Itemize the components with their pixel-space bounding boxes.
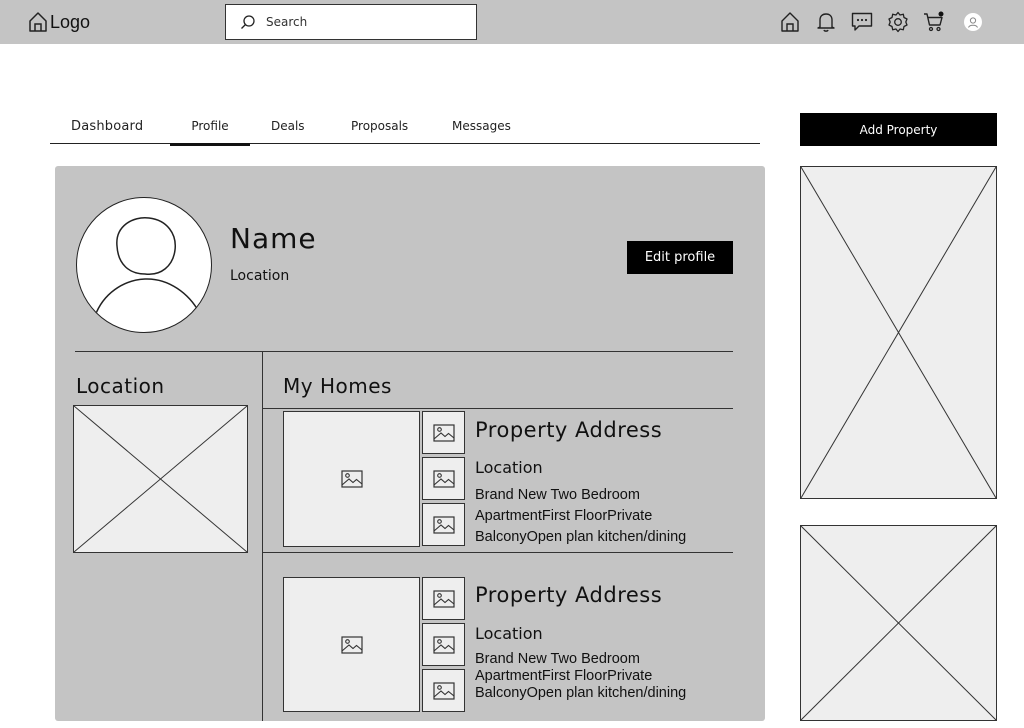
divider xyxy=(262,552,733,553)
home-thumbnail[interactable] xyxy=(422,411,465,454)
profile-name: Name xyxy=(230,222,317,255)
image-icon xyxy=(432,589,455,608)
cart-icon[interactable] xyxy=(922,10,946,34)
user-avatar-icon[interactable] xyxy=(964,13,982,31)
image-icon xyxy=(340,635,363,654)
location-map-placeholder[interactable] xyxy=(73,405,248,553)
property-description: Brand New Two Bedroom ApartmentFirst Flo… xyxy=(475,487,687,545)
my-homes-title: My Homes xyxy=(283,374,392,398)
divider xyxy=(262,351,263,721)
home-thumbnail[interactable] xyxy=(422,669,465,712)
image-icon xyxy=(340,470,363,488)
add-property-button[interactable]: Add Property xyxy=(800,113,997,146)
edit-profile-button[interactable]: Edit profile xyxy=(627,241,733,274)
chat-icon[interactable] xyxy=(850,10,874,34)
divider xyxy=(75,351,733,352)
tab-profile[interactable]: Profile xyxy=(170,108,250,146)
profile-location: Location xyxy=(230,268,290,284)
property-address[interactable]: Property Address xyxy=(475,418,662,442)
property-location: Location xyxy=(475,624,543,643)
bell-icon[interactable] xyxy=(814,10,838,34)
ad-placeholder[interactable] xyxy=(800,525,997,721)
property-address[interactable]: Property Address xyxy=(475,583,662,607)
logo-text: Logo xyxy=(50,11,91,32)
home-thumbnail[interactable] xyxy=(422,577,465,620)
search-box[interactable] xyxy=(225,4,477,40)
profile-tabs: Dashboard Profile Deals Proposals Messag… xyxy=(50,108,760,146)
home-main-image[interactable] xyxy=(283,411,420,547)
property-location: Location xyxy=(475,458,543,477)
profile-avatar[interactable] xyxy=(76,197,212,333)
gear-icon[interactable] xyxy=(886,10,910,34)
home-thumbnail[interactable] xyxy=(422,503,465,546)
image-icon xyxy=(432,515,455,534)
search-input[interactable] xyxy=(266,15,456,29)
logo[interactable]: Logo xyxy=(28,10,90,34)
profile-card: Name Location Edit profile Location My H… xyxy=(55,166,765,721)
top-bar: Logo xyxy=(0,0,1024,44)
person-icon xyxy=(94,217,200,317)
home-thumbnail[interactable] xyxy=(422,623,465,666)
search-icon xyxy=(241,15,255,29)
home-main-image[interactable] xyxy=(283,577,420,712)
home-thumbnail[interactable] xyxy=(422,457,465,500)
tab-deals[interactable]: Deals xyxy=(271,108,305,144)
image-icon xyxy=(432,469,455,488)
home-logo-icon xyxy=(29,12,47,32)
property-description: Brand New Two Bedroom ApartmentFirst Flo… xyxy=(475,651,687,701)
tab-messages[interactable]: Messages xyxy=(452,108,511,144)
divider xyxy=(262,408,733,409)
ad-placeholder[interactable] xyxy=(800,166,997,499)
image-icon xyxy=(432,423,455,442)
tab-proposals[interactable]: Proposals xyxy=(351,108,408,144)
tab-dashboard[interactable]: Dashboard xyxy=(71,108,143,144)
location-section-title: Location xyxy=(76,374,165,398)
image-icon xyxy=(432,635,455,654)
home-icon[interactable] xyxy=(778,10,802,34)
header-actions xyxy=(778,10,982,34)
image-icon xyxy=(432,681,455,700)
